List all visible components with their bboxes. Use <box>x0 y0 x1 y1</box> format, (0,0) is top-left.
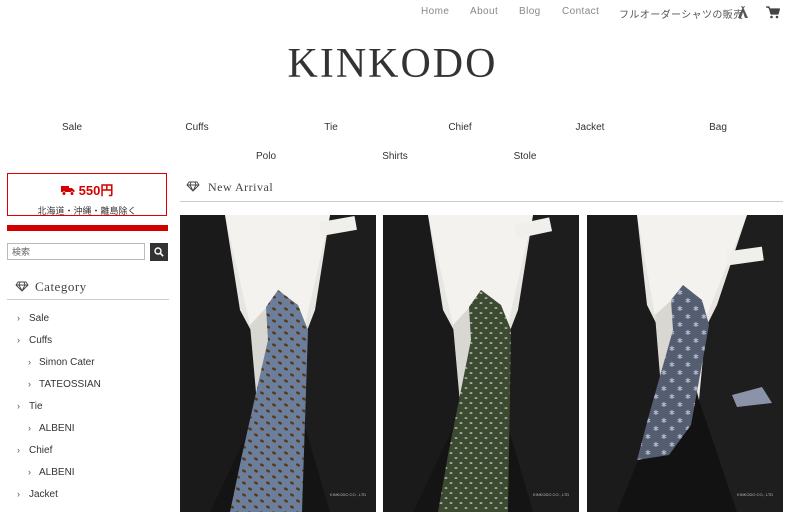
category-item-tie[interactable]: › Tie <box>7 397 169 419</box>
category-item-label: ALBENI <box>39 423 75 434</box>
new-arrival-divider <box>180 201 783 202</box>
category-item-jacket[interactable]: › Jacket <box>7 485 169 507</box>
product-card[interactable]: ✱ ✱ KINKODO CO., LTD <box>587 215 783 512</box>
shipping-notice: 550円 北海道・沖縄・離島除く <box>7 173 167 216</box>
category-item-label: Chief <box>29 445 53 456</box>
category-divider <box>7 299 169 300</box>
product-image: ✱ ✱ KINKODO CO., LTD <box>587 215 783 512</box>
category-item-cuffs[interactable]: › Cuffs <box>7 331 169 353</box>
product-image: KINKODO CO., LTD <box>180 215 376 512</box>
catnav-cuffs[interactable]: Cuffs <box>185 122 208 133</box>
diamond-icon <box>186 181 200 192</box>
nav-order-shirts-link[interactable]: フルオーダーシャツの販売 <box>619 6 744 21</box>
category-heading: Category <box>35 279 87 294</box>
catnav-bag[interactable]: Bag <box>709 122 727 133</box>
search-button[interactable] <box>150 243 168 261</box>
category-item-sale[interactable]: › Sale <box>7 309 169 331</box>
product-image: KINKODO CO., LTD <box>383 215 579 512</box>
nav-about-link[interactable]: About <box>470 6 498 17</box>
new-arrival-heading: New Arrival <box>208 180 274 194</box>
product-card[interactable]: KINKODO CO., LTD <box>383 215 579 512</box>
nav-contact-link[interactable]: Contact <box>562 6 599 17</box>
category-item-simon-cater[interactable]: › Simon Cater <box>7 353 169 375</box>
catnav-chief[interactable]: Chief <box>448 122 471 133</box>
catnav-polo[interactable]: Polo <box>256 151 276 162</box>
catnav-jacket[interactable]: Jacket <box>576 122 605 133</box>
svg-text:KINKODO CO., LTD: KINKODO CO., LTD <box>330 492 366 497</box>
catnav-stole[interactable]: Stole <box>514 151 537 162</box>
category-item-label: TATEOSSIAN <box>39 379 101 390</box>
shipping-note: 北海道・沖縄・離島除く <box>37 206 137 216</box>
nav-blog-link[interactable]: Blog <box>519 6 541 17</box>
category-item-label: Jacket <box>29 489 58 500</box>
search-input[interactable] <box>7 243 145 260</box>
nav-home-link[interactable]: Home <box>421 6 449 17</box>
category-item-label: ALBENI <box>39 467 75 478</box>
category-item-label: Cuffs <box>29 335 53 346</box>
product-card[interactable]: KINKODO CO., LTD <box>180 215 376 512</box>
category-item-label: Simon Cater <box>39 357 95 368</box>
catnav-shirts[interactable]: Shirts <box>382 151 408 162</box>
shipping-price: 550円 <box>78 183 114 198</box>
category-item-chief[interactable]: › Chief <box>7 441 169 463</box>
category-item-label: Tie <box>29 401 43 412</box>
truck-icon <box>60 186 75 196</box>
category-item-label: Sale <box>29 313 50 324</box>
site-logo[interactable]: KINKODO <box>0 40 785 88</box>
search-icon <box>154 247 164 257</box>
catnav-sale[interactable]: Sale <box>62 122 82 133</box>
red-divider-bar <box>7 225 168 231</box>
category-item-albeni-chief[interactable]: › ALBENI <box>7 463 169 485</box>
category-item-albeni-tie[interactable]: › ALBENI <box>7 419 169 441</box>
category-list: › Sale › Cuffs › Simon Cater › TATEOSSIAN › T… <box>7 309 169 507</box>
cart-icon[interactable] <box>766 6 780 19</box>
svg-text:KINKODO CO., LTD: KINKODO CO., LTD <box>533 492 569 497</box>
svg-text:KINKODO CO., LTD: KINKODO CO., LTD <box>737 492 773 497</box>
top-utility-nav: Home About Blog Contact フルオーダーシャツの販売 <box>0 6 785 21</box>
catnav-tie[interactable]: Tie <box>324 122 338 133</box>
teepee-icon[interactable] <box>737 6 749 19</box>
diamond-icon <box>15 281 29 292</box>
category-item-tateossian[interactable]: › TATEOSSIAN <box>7 375 169 397</box>
